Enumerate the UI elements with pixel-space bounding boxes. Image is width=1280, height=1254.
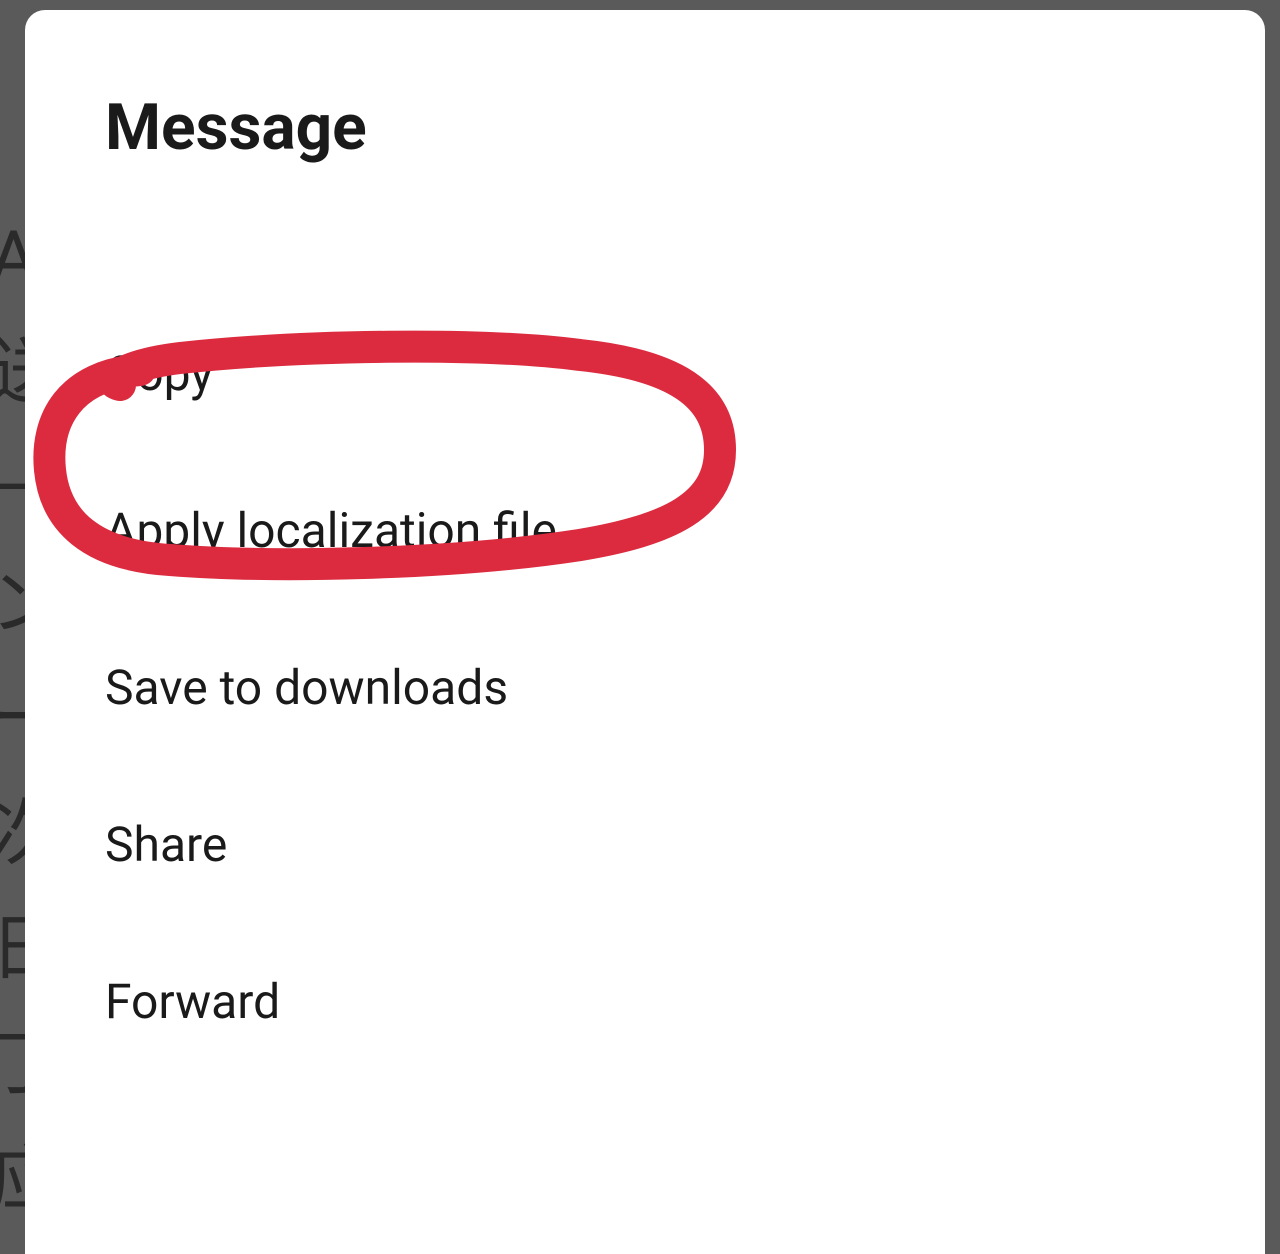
message-context-menu: Message Copy Apply localization file Sav… [25, 10, 1265, 1254]
menu-item-apply-localization-file[interactable]: Apply localization file [105, 452, 1185, 609]
menu-item-share[interactable]: Share [105, 766, 1185, 923]
menu-list: Copy Apply localization file Save to dow… [105, 295, 1185, 1080]
modal-title: Message [105, 90, 1185, 165]
menu-item-forward[interactable]: Forward [105, 923, 1185, 1080]
menu-item-save-to-downloads[interactable]: Save to downloads [105, 609, 1185, 766]
menu-item-copy[interactable]: Copy [105, 295, 1185, 452]
